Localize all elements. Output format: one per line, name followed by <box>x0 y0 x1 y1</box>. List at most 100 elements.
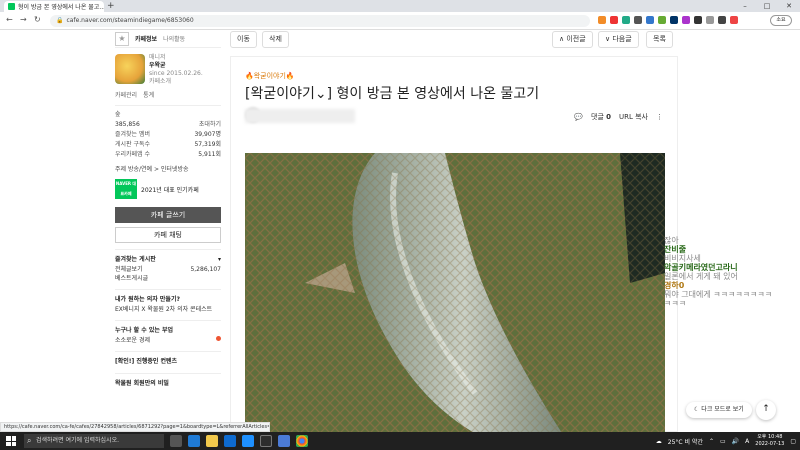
more-icon[interactable]: ⋮ <box>656 113 663 121</box>
extension-icon[interactable] <box>646 16 654 24</box>
board-section: 누구나 할 수 있는 부업 소소로운 경제 <box>115 320 221 345</box>
chevron-down-icon[interactable]: ▾ <box>218 254 221 265</box>
article-image[interactable] <box>245 153 665 432</box>
stat-label: 즐겨찾는 멤버 <box>115 131 151 138</box>
article-toolbar: 이동 삭제 ∧ 이전글 ∨ 다음글 목록 <box>230 30 678 50</box>
prev-post-button[interactable]: ∧ 이전글 <box>552 31 593 48</box>
puzzle-icon[interactable] <box>718 16 726 24</box>
comment-label[interactable]: 댓글 <box>591 113 604 121</box>
minimize-button[interactable]: – <box>734 0 756 12</box>
notification-icon[interactable]: ▢ <box>790 438 796 445</box>
extension-icon[interactable] <box>634 16 642 24</box>
board-section: 내가 원하는 의자 만들기? EX베니지 X 왁물원 2차 의자 콘테스트 <box>115 289 221 314</box>
extension-icon[interactable] <box>730 16 738 24</box>
browser-tab[interactable]: 형이 방금 본 영상에서 나온 물고... × <box>4 1 104 12</box>
windows-start-icon[interactable] <box>6 436 16 446</box>
close-window-button[interactable]: ✕ <box>778 0 800 12</box>
extension-icon[interactable] <box>610 16 618 24</box>
member-count[interactable]: 385,856 <box>115 120 140 130</box>
system-tray: ☁ 25°C 비 약간 ⌃ ▭ 🔊 A 오후 10:48 2022-07-13 … <box>656 432 796 450</box>
weather-text[interactable]: 25°C 비 약간 <box>668 437 703 446</box>
write-post-button[interactable]: 카페 글쓰기 <box>115 207 221 223</box>
task-view-icon[interactable] <box>170 435 182 447</box>
next-post-button[interactable]: ∨ 다음글 <box>598 31 639 48</box>
manager-label: 매니저 <box>149 54 166 61</box>
vscode-icon[interactable] <box>242 435 254 447</box>
dark-mode-button[interactable]: ☾ 다크 모드로 보기 <box>686 402 752 418</box>
extension-icon[interactable] <box>658 16 666 24</box>
chat-user: 경하0 <box>664 281 685 290</box>
board-link: 소소로운 경제 <box>115 336 221 345</box>
section-header: 내가 원하는 의자 만들기? <box>115 296 180 303</box>
article: 🔥왁굳이야기🔥 [왁굳이야기⌄] 형이 방금 본 영상에서 나온 물고기 💬 댓… <box>230 56 678 432</box>
board-link: 전체글보기 5,286,107 <box>115 266 221 273</box>
fav-boards: 즐겨찾는 게시판 ▾ 전체글보기 5,286,107 베스트게시글 <box>115 249 221 283</box>
cafe-avatar[interactable] <box>115 54 145 84</box>
url-copy-button[interactable]: URL 복사 <box>619 112 648 122</box>
file-explorer-icon[interactable] <box>206 435 218 447</box>
board-section: 왁물원 회원만의 비밀 <box>115 373 221 389</box>
forward-icon[interactable]: → <box>20 15 27 24</box>
naver-cafe-favicon-icon <box>8 3 15 10</box>
extension-icon[interactable] <box>622 16 630 24</box>
delete-button[interactable]: 삭제 <box>262 31 289 48</box>
back-icon[interactable]: ← <box>6 15 13 24</box>
tab-cafe-info[interactable]: 카페정보 <box>135 34 157 43</box>
network-icon[interactable]: ▭ <box>720 438 726 445</box>
move-button[interactable]: 이동 <box>230 31 257 48</box>
list-button[interactable]: 목록 <box>646 31 673 48</box>
topic-value[interactable]: 방송/연예 > 인터넷방송 <box>128 166 189 173</box>
cafe-profile: 매니저 우왁굳 since 2015.02.26. 카페소개 <box>115 54 221 86</box>
windows-taskbar: 검색하려면 여기에 입력하십시오. ☁ 25°C 비 약간 ⌃ ▭ 🔊 A 오후… <box>0 432 800 450</box>
volume-icon[interactable]: 🔊 <box>732 438 739 445</box>
extension-icon[interactable] <box>706 16 714 24</box>
stats-link[interactable]: 통계 <box>143 90 154 99</box>
taskbar-search-input[interactable]: 검색하려면 여기에 입력하십시오. <box>24 434 164 448</box>
star-icon[interactable]: ★ <box>115 31 129 46</box>
stat-value: 5,911회 <box>198 151 221 158</box>
extension-icon[interactable] <box>670 16 678 24</box>
app-icon[interactable] <box>278 435 290 447</box>
extension-icon[interactable] <box>682 16 690 24</box>
ime-indicator[interactable]: A <box>745 438 749 445</box>
stat-label: 게시판 구독수 <box>115 141 151 148</box>
invite-link[interactable]: 초대하기 <box>199 120 221 130</box>
profile-button[interactable]: 소요 <box>770 15 792 26</box>
manager-name[interactable]: 우왁굳 <box>149 62 203 70</box>
stat-label: 우리카페앱 수 <box>115 151 151 158</box>
store-icon[interactable] <box>224 435 236 447</box>
chat-message: 일론에서 게게 돼 있어 <box>664 272 738 281</box>
maximize-button[interactable]: □ <box>756 0 778 12</box>
chat-message: 잖아 <box>664 236 679 245</box>
app-icon[interactable] <box>260 435 272 447</box>
extension-icon[interactable] <box>598 16 606 24</box>
lock-icon: 🔒 <box>56 17 64 24</box>
cafe-intro-link[interactable]: 카페소개 <box>149 78 203 86</box>
browser-tab-bar: 형이 방금 본 영상에서 나온 물고... × + – □ ✕ <box>0 0 800 12</box>
fish-photo <box>245 153 665 432</box>
new-badge-icon <box>216 336 221 341</box>
new-tab-button[interactable]: + <box>107 1 115 11</box>
cafe-manage-link[interactable]: 카페관리 <box>115 90 137 99</box>
weather-icon[interactable]: ☁ <box>656 438 662 445</box>
chrome-icon[interactable] <box>296 435 308 447</box>
reload-icon[interactable]: ↻ <box>34 15 41 24</box>
clock-date: 2022-07-13 <box>755 441 785 447</box>
scroll-top-button[interactable]: ↑ <box>756 400 776 420</box>
cafe-sidebar: ★ 카페정보 나의활동 매니저 우왁굳 since 2015.02.26. 카페… <box>115 30 221 432</box>
cafe-chat-button[interactable]: 카페 채팅 <box>115 227 221 243</box>
extension-icon[interactable] <box>694 16 702 24</box>
comment-icon[interactable]: 💬 <box>574 113 583 121</box>
tray-chevron-icon[interactable]: ⌃ <box>709 438 714 445</box>
category-link[interactable]: 🔥왁굳이야기🔥 <box>245 71 295 81</box>
chat-message: ㅋㅋㅋ <box>664 299 687 308</box>
url-field[interactable]: 🔒 cafe.naver.com/steamindiegame/6853060 <box>50 15 590 27</box>
clock-time: 오후 10:48 <box>757 434 783 440</box>
tab-my-activity[interactable]: 나의활동 <box>163 34 185 43</box>
article-meta: 💬 댓글 0 URL 복사 ⋮ <box>574 112 663 122</box>
clock[interactable]: 오후 10:48 2022-07-13 <box>755 434 784 448</box>
edge-icon[interactable] <box>188 435 200 447</box>
level-text: 숲 <box>115 111 121 118</box>
section-header: 왁물원 회원만의 비밀 <box>115 380 169 387</box>
article-title: [왁굳이야기⌄] 형이 방금 본 영상에서 나온 물고기 <box>245 86 540 102</box>
